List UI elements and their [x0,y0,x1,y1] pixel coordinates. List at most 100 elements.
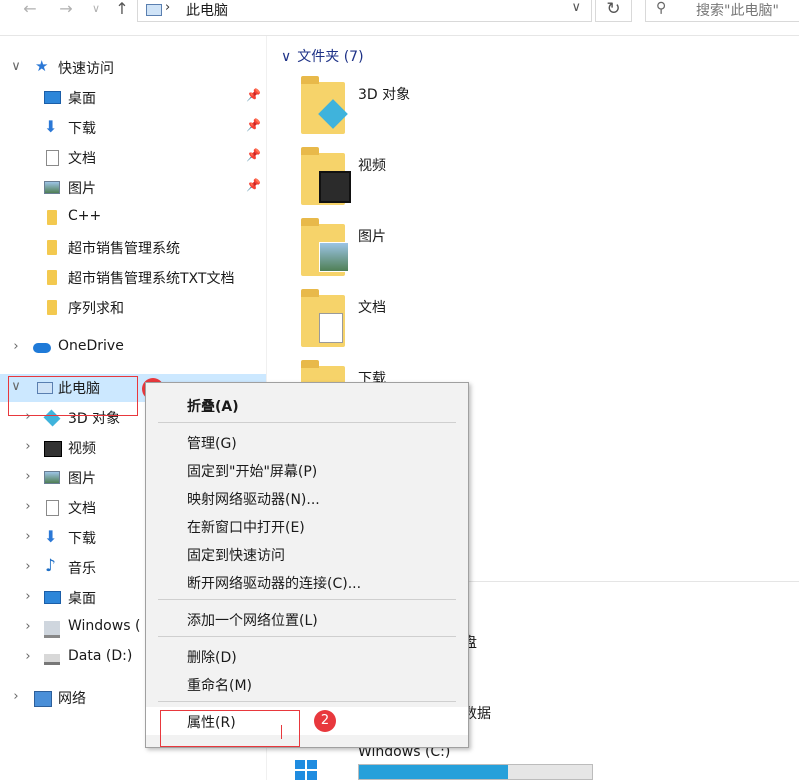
address-bar[interactable]: › 此电脑 ∨ [137,0,592,22]
up-button[interactable]: ↑ [112,0,132,20]
drive-usage-bar [358,764,593,780]
menu-item-delete[interactable]: 删除(D) [146,642,468,670]
nav-label: 音乐 [68,561,96,577]
nav-label: 文档 [68,151,96,167]
toolbar: ← → ∨ ↑ › 此电脑 ∨ ↻ ⚲ 搜索"此电脑" [0,0,799,36]
nav-label: 序列求和 [68,301,124,317]
menu-item-rename[interactable]: 重命名(M) [146,670,468,698]
document-icon [319,313,343,343]
folder-tile-videos[interactable]: 视频 [301,147,601,219]
annotation-badge-2: 2 [314,710,336,732]
chevron-right-icon[interactable]: › [22,649,34,664]
download-icon: ⬇ [44,117,58,136]
menu-label: 管理(G) [187,436,237,452]
folder-icon [47,240,57,255]
this-pc-icon [146,4,162,16]
menu-label: 断开网络驱动器的连接(C)... [187,576,362,592]
folder-icon [47,300,57,315]
desktop-icon [44,591,61,604]
recent-dropdown-icon[interactable]: ∨ [86,0,106,20]
picture-icon [44,471,60,484]
nav-label: Windows ( [68,618,141,634]
menu-item-map-drive[interactable]: 映射网络驱动器(N)... [146,484,468,512]
menu-item-add-network-location[interactable]: 添加一个网络位置(L) [146,605,468,633]
chevron-right-icon[interactable]: › [22,559,34,574]
drive-usage-fill [359,765,509,779]
menu-label: 添加一个网络位置(L) [187,613,318,629]
nav-label: 图片 [68,471,96,487]
chevron-right-icon: › [165,0,171,15]
nav-item-downloads[interactable]: ⬇ 下载 📌 [0,114,266,142]
nav-item-folder-cpp[interactable]: C++ [0,204,266,232]
chevron-right-icon[interactable]: › [10,339,22,354]
nav-item-folder-supermarket-txt[interactable]: 超市销售管理系统TXT文档 [0,264,266,292]
music-icon: ♪ [45,556,56,576]
chevron-right-icon[interactable]: › [22,469,34,484]
folder-icon [47,210,57,225]
star-icon: ★ [35,57,49,75]
nav-label: 图片 [68,181,96,197]
folder-tile-3d-objects[interactable]: 3D 对象 [301,76,601,148]
annotation-box-2 [160,710,300,747]
nav-label: 超市销售管理系统 [68,241,180,257]
chevron-right-icon[interactable]: › [22,499,34,514]
menu-label: 删除(D) [187,650,237,666]
search-placeholder: 搜索"此电脑" [696,3,779,19]
drive-icon [44,654,60,665]
chevron-right-icon[interactable]: › [22,529,34,544]
chevron-right-icon[interactable]: › [22,619,34,634]
text-cursor-mark [281,725,282,739]
folders-group-header[interactable]: ∨ 文件夹 (7) [281,46,364,66]
nav-label: 网络 [58,691,86,707]
pin-icon[interactable]: 📌 [246,88,261,102]
menu-separator [158,422,456,423]
nav-item-documents[interactable]: 文档 📌 [0,144,266,172]
menu-item-manage[interactable]: 管理(G) [146,428,468,456]
chevron-down-icon[interactable]: ∨ [571,0,581,15]
desktop-icon [44,91,61,104]
refresh-button[interactable]: ↻ [595,0,632,22]
chevron-right-icon[interactable]: › [22,589,34,604]
pin-icon[interactable]: 📌 [246,148,261,162]
nav-item-folder-supermarket[interactable]: 超市销售管理系统 [0,234,266,262]
nav-item-desktop[interactable]: 桌面 📌 [0,84,266,112]
menu-item-pin-quick-access[interactable]: 固定到快速访问 [146,540,468,568]
nav-item-folder-sequence-sum[interactable]: 序列求和 [0,294,266,322]
menu-label: 在新窗口中打开(E) [187,520,305,536]
menu-separator [158,636,456,637]
menu-item-disconnect-drive[interactable]: 断开网络驱动器的连接(C)... [146,568,468,596]
menu-label: 映射网络驱动器(N)... [187,492,320,508]
folder-tile-pictures[interactable]: 图片 [301,218,601,290]
nav-quick-access[interactable]: ∨ ★ 快速访问 [0,54,266,82]
picture-icon [319,242,349,272]
menu-label: 重命名(M) [187,678,253,694]
pin-icon[interactable]: 📌 [246,118,261,132]
nav-label: 桌面 [68,91,96,107]
chevron-right-icon[interactable]: › [22,439,34,454]
video-icon [44,441,62,457]
folder-tile-documents[interactable]: 文档 [301,289,601,361]
forward-button[interactable]: → [56,0,76,20]
menu-item-open-new-window[interactable]: 在新窗口中打开(E) [146,512,468,540]
chevron-down-icon[interactable]: ∨ [10,59,22,74]
nav-label: 快速访问 [58,61,114,77]
menu-label: 固定到"开始"屏幕(P) [187,464,318,480]
document-icon [46,150,59,166]
picture-icon [44,181,60,194]
search-input[interactable]: ⚲ 搜索"此电脑" [645,0,799,22]
pin-icon[interactable]: 📌 [246,178,261,192]
chevron-right-icon[interactable]: › [10,689,22,704]
annotation-box-1 [8,376,138,416]
nav-label: 桌面 [68,591,96,607]
document-icon [46,500,59,516]
windows-drive-icon [295,760,319,782]
back-button[interactable]: ← [20,0,40,20]
nav-label: 超市销售管理系统TXT文档 [68,271,235,287]
nav-onedrive[interactable]: › OneDrive [0,334,266,362]
nav-item-pictures[interactable]: 图片 📌 [0,174,266,202]
menu-item-pin-start[interactable]: 固定到"开始"屏幕(P) [146,456,468,484]
cloud-icon [33,343,51,353]
nav-label: 视频 [68,441,96,457]
menu-item-collapse[interactable]: 折叠(A) [146,391,468,419]
context-menu: 折叠(A) 管理(G) 固定到"开始"屏幕(P) 映射网络驱动器(N)... 在… [145,382,469,748]
